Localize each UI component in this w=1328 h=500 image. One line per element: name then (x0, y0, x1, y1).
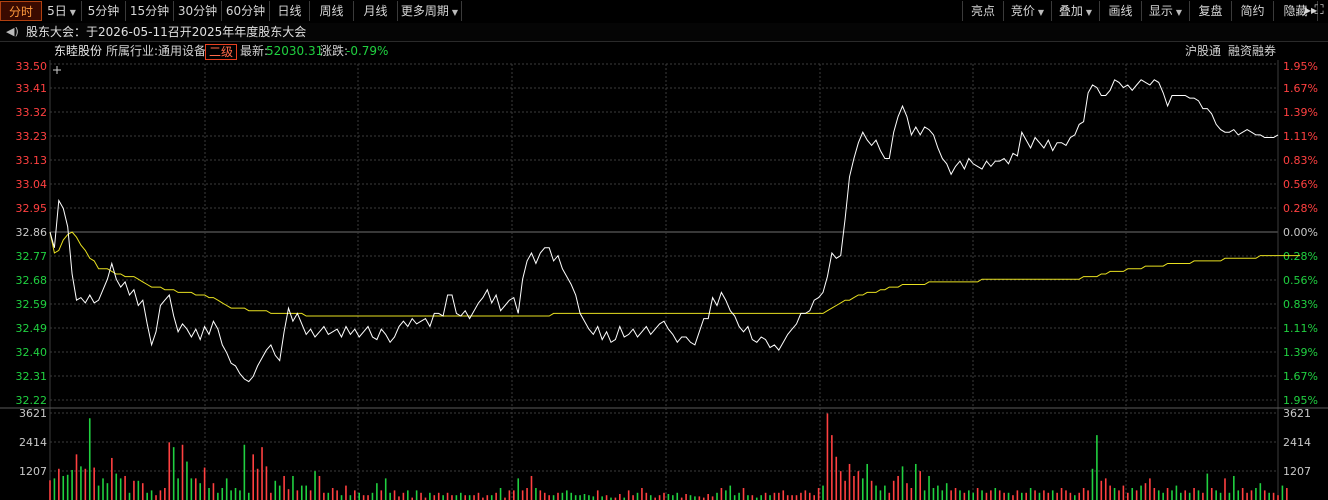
tool-button-0[interactable]: 亮点 (962, 1, 1004, 21)
price-tick-label: 32.40 (16, 346, 48, 359)
average-price-line (49, 231, 1301, 317)
period-tab-7[interactable]: 周线 (310, 1, 354, 21)
price-tick-label: 32.49 (16, 322, 48, 335)
industry-name[interactable]: 通用设备 (158, 42, 206, 60)
volume-tick-label: 1207 (19, 465, 47, 478)
volume-tick-label: 3621 (1283, 407, 1311, 420)
percent-tick-label: 0.83% (1283, 154, 1318, 167)
period-tab-5[interactable]: 60分钟 (222, 1, 270, 21)
percent-tick-label: 1.39% (1283, 106, 1318, 119)
tool-button-3[interactable]: 画线 (1100, 1, 1142, 21)
margin-trading-link[interactable]: 融资融券 (1228, 42, 1276, 60)
change-value: -0.79% (346, 44, 389, 58)
price-tick-label: 33.41 (16, 82, 48, 95)
chevron-down-icon: ▼ (69, 8, 76, 17)
level-badge[interactable]: 二级 (205, 43, 238, 61)
period-tab-1[interactable]: 5日 ▼ (42, 1, 82, 21)
hk-connect-link[interactable]: 沪股通 (1185, 42, 1221, 60)
volume-tick-label: 2414 (19, 436, 47, 449)
percent-tick-label: 0.56% (1283, 178, 1318, 191)
percent-tick-label: 0.83% (1283, 298, 1318, 311)
chevron-down-icon: ▼ (451, 8, 459, 17)
chevron-down-icon: ▼ (1037, 8, 1045, 17)
price-tick-label: 32.77 (16, 250, 48, 263)
period-tab-0[interactable]: 分时 (0, 1, 42, 21)
price-tick-label: 32.86 (16, 226, 48, 239)
price-axis: 33.50 33.41 33.32 33.23 33.13 33.04 32.95 32.86… (16, 60, 48, 407)
percent-tick-label: 1.39% (1283, 346, 1318, 359)
percent-tick-label: 1.95% (1283, 60, 1318, 73)
percent-tick-label: 1.11% (1283, 130, 1318, 143)
price-tick-label: 33.50 (16, 60, 48, 73)
chevron-down-icon: ▼ (1175, 8, 1183, 17)
price-tick-label: 32.59 (16, 298, 48, 311)
tool-button-6[interactable]: 简约 (1232, 1, 1274, 21)
notice-bar[interactable]: ◀) 股东大会：于2026-05-11召开2025年年度股东大会 (0, 23, 1328, 42)
price-tick-label: 32.95 (16, 202, 48, 215)
stock-info-bar: 东睦股份 所属行业: 通用设备 二级 最新: 52030.31 涨跌: -0.7… (0, 42, 1328, 60)
period-tab-8[interactable]: 月线 (354, 1, 398, 21)
price-tick-label: 32.22 (16, 394, 48, 407)
percent-tick-label: 1.67% (1283, 82, 1318, 95)
intraday-chart[interactable]: 33.50 33.41 33.32 33.23 33.13 33.04 32.95 32.86… (0, 60, 1328, 500)
price-tick-label: 33.32 (16, 106, 48, 119)
percent-tick-label: 0.56% (1283, 274, 1318, 287)
price-line (49, 79, 1279, 383)
price-tick-label: 32.68 (16, 274, 48, 287)
percent-tick-label: 1.11% (1283, 322, 1318, 335)
price-tick-label: 32.31 (16, 370, 48, 383)
toolbar: 分时 5日 ▼ 5分钟 15分钟 30分钟 60分钟 日线 周线 月线 更多周期 ▼ 亮点 竞价 ▼ 叠加 ▼ 画… (0, 0, 1328, 24)
price-tick-label: 33.04 (16, 178, 48, 191)
stock-name[interactable]: 东睦股份 (54, 42, 102, 60)
change-label: 涨跌: (320, 44, 349, 58)
latest-label: 最新: (240, 44, 269, 58)
percent-tick-label: 0.28% (1283, 250, 1318, 263)
crosshair-plus-icon[interactable] (53, 66, 61, 74)
percent-tick-label: 0.28% (1283, 202, 1318, 215)
period-tab-6[interactable]: 日线 (270, 1, 310, 21)
volume-tick-label: 3621 (19, 407, 47, 420)
speaker-icon: ◀) (6, 25, 19, 38)
price-tick-label: 33.13 (16, 154, 48, 167)
volume-bars (49, 413, 1288, 500)
tool-button-1[interactable]: 竞价 ▼ (1004, 1, 1052, 21)
price-tick-label: 33.23 (16, 130, 48, 143)
volume-axis: 3621 3621 2414 2414 1207 1207 (19, 407, 1311, 478)
percent-tick-label: 1.95% (1283, 394, 1318, 407)
tool-button-4[interactable]: 显示 ▼ (1142, 1, 1190, 21)
period-tab-4[interactable]: 30分钟 (174, 1, 222, 21)
percent-tick-label: 1.67% (1283, 370, 1318, 383)
tool-button-2[interactable]: 叠加 ▼ (1052, 1, 1100, 21)
percent-tick-label: 0.00% (1283, 226, 1318, 239)
tool-button-5[interactable]: 复盘 (1190, 1, 1232, 21)
period-tab-9[interactable]: 更多周期 ▼ (398, 1, 462, 21)
volume-tick-label: 2414 (1283, 436, 1311, 449)
industry-label: 所属行业: (106, 44, 159, 58)
percent-axis: 1.95% 1.67% 1.39% 1.11% 0.83% 0.56% 0.28% 0.00%… (1283, 60, 1318, 407)
volume-tick-label: 1207 (1283, 465, 1311, 478)
latest-value: 52030.31 (266, 44, 324, 58)
period-tab-2[interactable]: 5分钟 (82, 1, 126, 21)
period-tab-3[interactable]: 15分钟 (126, 1, 174, 21)
fullscreen-icon[interactable]: ⛶ (1310, 1, 1328, 21)
notice-text: 股东大会：于2026-05-11召开2025年年度股东大会 (26, 25, 307, 39)
chart-grid (0, 60, 1328, 500)
chevron-down-icon: ▼ (1085, 8, 1093, 17)
